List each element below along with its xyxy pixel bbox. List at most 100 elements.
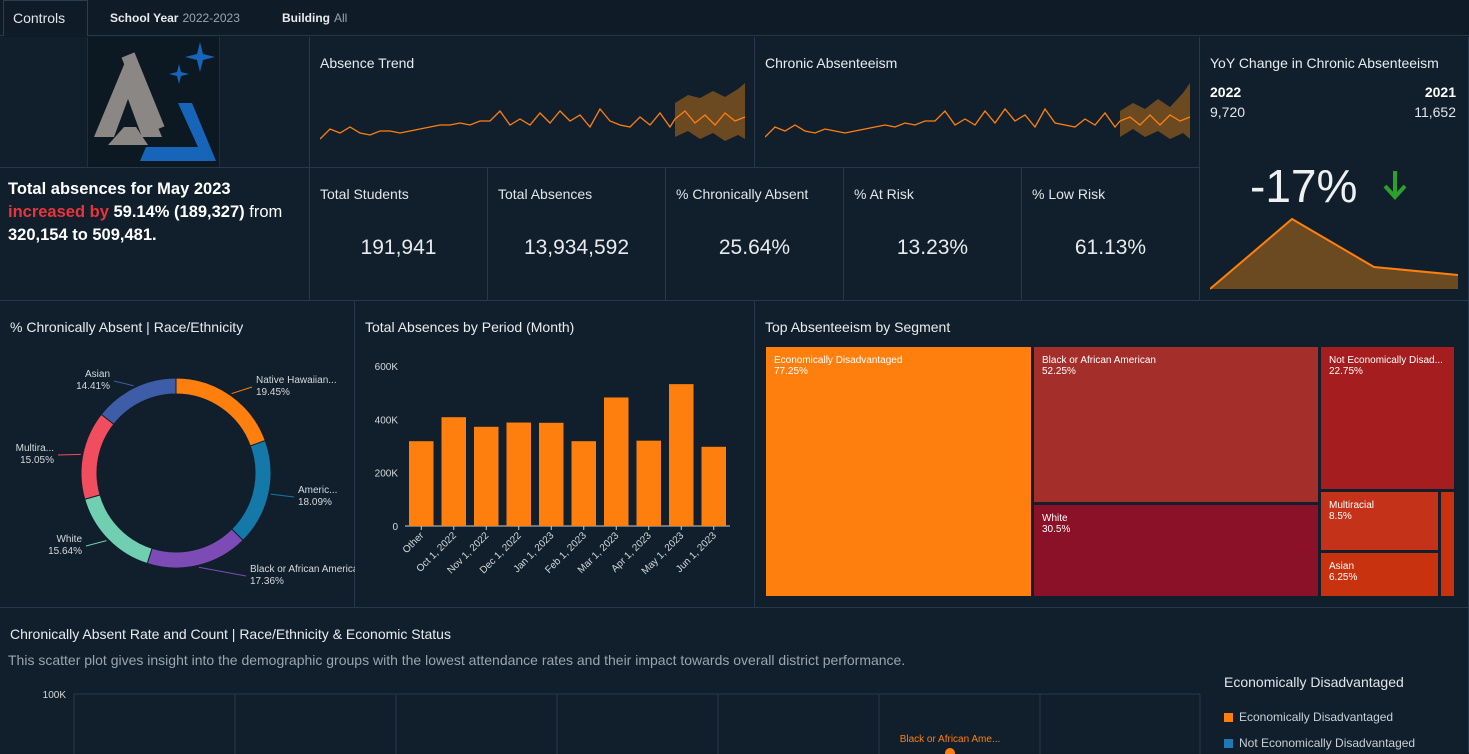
legend-item[interactable]: Economically Disadvantaged xyxy=(1224,710,1393,724)
bar-xtick-label: Other xyxy=(401,530,427,556)
kpi-total-students[interactable]: Total Students 191,941 xyxy=(310,168,488,301)
treemap-cell[interactable]: Economically Disadvantaged 77.25% xyxy=(766,347,1031,596)
treemap-cell-label: Black or African American xyxy=(1042,355,1156,366)
treemap-cell-value: 22.75% xyxy=(1329,366,1363,377)
yoy-left-year: 2022 xyxy=(1210,84,1242,100)
chronic-absenteeism-panel[interactable]: Chronic Absenteeism xyxy=(755,37,1200,168)
donut-value: 19.45% xyxy=(256,387,290,398)
donut-segment xyxy=(100,377,177,425)
yoy-change-panel[interactable]: YoY Change in Chronic Absenteeism 2022 9… xyxy=(1200,37,1469,301)
donut-segment xyxy=(84,494,153,565)
insight-line-3: 320,154 to 509,481. xyxy=(8,226,157,244)
bar xyxy=(441,417,466,526)
kpi-total-absences[interactable]: Total Absences 13,934,592 xyxy=(488,168,666,301)
treemap-cell[interactable]: Not Economically Disad... 22.75% xyxy=(1321,347,1454,489)
kpi-chronically-absent[interactable]: % Chronically Absent 25.64% xyxy=(666,168,844,301)
logo-frame xyxy=(87,37,220,167)
donut-value: 18.09% xyxy=(298,497,332,508)
donut-segment xyxy=(231,439,272,542)
kpi-title: % At Risk xyxy=(854,186,914,202)
treemap-cell[interactable]: Multiracial 8.5% xyxy=(1321,492,1438,550)
bar-ytick-label: 200K xyxy=(375,469,399,480)
kpi-title: % Low Risk xyxy=(1032,186,1106,202)
absence-insight-text: Total absences for May 2023 increased by… xyxy=(8,178,282,247)
donut-label: White xyxy=(56,534,82,545)
bar xyxy=(506,422,531,526)
donut-label: Black or African American xyxy=(250,564,355,575)
treemap-cell-value: 30.5% xyxy=(1042,524,1071,535)
controls-tab[interactable]: Controls xyxy=(3,0,88,36)
donut-label: Americ... xyxy=(298,485,337,496)
absence-trend-panel[interactable]: Absence Trend xyxy=(310,37,755,168)
donut-title: % Chronically Absent | Race/Ethnicity xyxy=(10,319,244,335)
absences-by-month-panel[interactable]: Total Absences by Period (Month) 0 200K 40… xyxy=(355,301,755,608)
controls-bar: Controls School Year 2022-2023 Building Al… xyxy=(0,0,1469,36)
scatter-point xyxy=(945,748,955,754)
treemap-cell[interactable]: Black or African American 52.25% xyxy=(1034,347,1318,502)
treemap-cell[interactable]: Asian 6.25% xyxy=(1321,553,1438,596)
insight-increased: increased by xyxy=(8,203,109,221)
yoy-change-value: -17% xyxy=(1250,160,1358,212)
legend-swatch xyxy=(1224,713,1233,722)
bar-ytick-label: 600K xyxy=(375,362,399,373)
kpi-value: 61.13% xyxy=(1074,236,1147,259)
bar-ytick-label: 0 xyxy=(392,522,398,533)
absence-trend-sparkline xyxy=(320,83,745,141)
treemap-cell-small[interactable] xyxy=(1441,492,1454,596)
yoy-area-chart xyxy=(1210,217,1458,290)
treemap-cell-value: 6.25% xyxy=(1329,572,1358,583)
logo-panel xyxy=(0,37,310,168)
scatter-chart[interactable]: 100K Black or African Ame... xyxy=(0,684,1205,754)
donut-value: 15.64% xyxy=(48,546,82,557)
donut-leader-line xyxy=(270,493,295,498)
bar xyxy=(571,441,596,526)
donut-label: Asian xyxy=(85,369,110,380)
insight-change: 59.14% (189,327) xyxy=(108,203,245,221)
bar-chart-title: Total Absences by Period (Month) xyxy=(365,319,575,335)
bar xyxy=(474,426,499,526)
yoy-title: YoY Change in Chronic Absenteeism xyxy=(1210,55,1439,71)
insight-from: from xyxy=(244,203,283,221)
building-filter[interactable]: Building All xyxy=(282,11,347,25)
donut-label: Multira... xyxy=(16,443,54,454)
kpi-value: 13,934,592 xyxy=(523,236,630,259)
kpi-title: Total Absences xyxy=(498,186,593,202)
bar xyxy=(604,397,629,526)
kpi-value: 191,941 xyxy=(360,236,437,259)
treemap-cell-value: 8.5% xyxy=(1329,511,1352,522)
kpi-at-risk[interactable]: % At Risk 13.23% xyxy=(844,168,1022,301)
top-absenteeism-treemap-panel[interactable]: Top Absenteeism by Segment Economically … xyxy=(755,301,1469,608)
building-label: Building xyxy=(282,11,330,25)
treemap-cell-label: Multiracial xyxy=(1329,500,1375,511)
legend-label: Economically Disadvantaged xyxy=(1239,710,1394,724)
scatter-title: Chronically Absent Rate and Count | Race… xyxy=(10,626,451,642)
school-year-label: School Year xyxy=(110,11,179,25)
treemap-cell[interactable]: White 30.5% xyxy=(1034,505,1318,596)
donut-value: 15.05% xyxy=(20,455,54,466)
scatter-point-label: Black or African Ame... xyxy=(900,734,1001,745)
bar xyxy=(636,440,661,526)
school-year-filter[interactable]: School Year 2022-2023 xyxy=(110,11,240,25)
absence-trend-title: Absence Trend xyxy=(320,55,415,71)
scatter-legend: Economically Disadvantaged Not Economica… xyxy=(1224,708,1464,753)
race-ethnicity-donut-panel[interactable]: % Chronically Absent | Race/Ethnicity Na… xyxy=(0,301,355,608)
scatter-ytick: 100K xyxy=(43,690,67,701)
arrow-down-icon xyxy=(1383,171,1407,200)
race-ethnicity-donut-chart[interactable]: Native Hawaiian...19.45% Americ...18.09% B… xyxy=(0,341,355,606)
chronic-absenteeism-title: Chronic Absenteeism xyxy=(765,55,898,71)
treemap-cell-value: 52.25% xyxy=(1042,366,1076,377)
donut-leader-line xyxy=(231,386,253,395)
donut-segment xyxy=(146,528,244,569)
absences-by-month-bar-chart[interactable]: 0200K400K600KOtherOct 1, 2022Nov 1, 2022… xyxy=(355,341,755,606)
legend-item[interactable]: Not Economically Disadvantaged xyxy=(1224,736,1415,750)
bar xyxy=(669,384,694,526)
bar-ytick-label: 400K xyxy=(375,415,399,426)
kpi-low-risk[interactable]: % Low Risk 61.13% xyxy=(1022,168,1200,301)
yoy-right-value: 11,652 xyxy=(1414,104,1456,120)
scatter-panel[interactable]: Chronically Absent Rate and Count | Race… xyxy=(0,608,1469,754)
kpi-value: 13.23% xyxy=(896,236,969,259)
donut-leader-line xyxy=(85,540,107,547)
building-value: All xyxy=(334,11,348,25)
donut-value: 14.41% xyxy=(76,381,110,392)
triangle-sparkle-logo-icon xyxy=(94,42,216,161)
